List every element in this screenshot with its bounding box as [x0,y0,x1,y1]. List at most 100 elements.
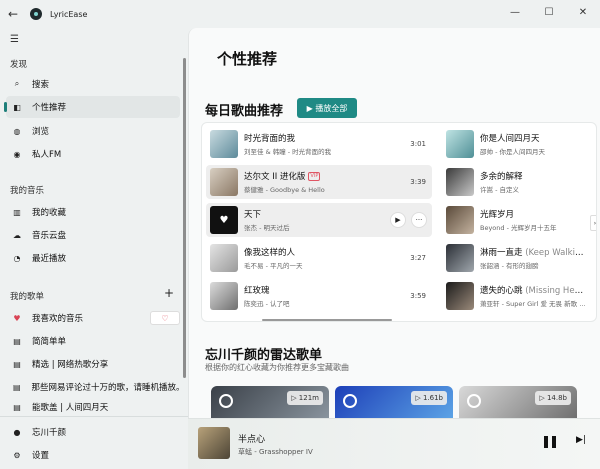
playlist-icon: ▤ [12,382,21,392]
sidebar-item-label: 浏览 [32,127,50,137]
user-icon: ● [13,427,21,437]
song-row[interactable]: 时光背面的我 刘至佳 & 韩瞳 - 时光背面的我 3:01 [206,127,432,161]
sidebar-item-user[interactable]: ● 忘川千颜 [6,421,180,443]
play-all-button[interactable]: ▶ 播放全部 [297,98,357,118]
album-cover [446,168,474,196]
bookmark-icon: ◧ [13,102,21,112]
sidebar-item-recent[interactable]: ◔ 最近播放 [6,247,180,269]
menu-icon[interactable]: ☰ [10,34,19,45]
page-title: 个性推荐 [217,50,278,68]
clock-icon: ◔ [13,253,21,263]
more-icon[interactable]: ··· [411,212,427,228]
globe-icon: ◍ [13,126,21,136]
sidebar-item-label: 设置 [32,451,50,461]
pause-button[interactable] [544,436,556,448]
sidebar-item-playlist[interactable]: ▤ 精选 | 网络热歌分享 [6,353,180,375]
player-bar: 半点心 草蜢 - Grasshopper IV ▶| [188,418,600,469]
sidebar-item-settings[interactable]: ⚙ 设置 [6,444,180,466]
song-row[interactable]: 光辉岁月 Beyond - 光辉岁月十五年 [442,203,588,237]
now-playing-artist[interactable]: 草蜢 - Grasshopper IV [238,447,313,457]
minimize-button[interactable]: — [498,0,532,28]
sidebar-item-browse[interactable]: ◍ 浏览 [6,120,180,142]
sidebar: ☰ 发现 ⌕ 搜索 ◧ 个性推荐 ◍ 浏览 ◉ 私人FM 我的音乐 ▥ 我的收藏… [0,28,188,469]
sidebar-item-recommend[interactable]: ◧ 个性推荐 [4,96,180,118]
now-playing-cover[interactable] [198,427,230,459]
song-title-alt: (Missing Heartbeat) [525,286,588,296]
song-duration: 3:27 [410,254,426,262]
next-track-button[interactable]: ▶| [576,435,586,445]
sidebar-scrollbar[interactable] [183,58,186,378]
sidebar-item-playlist[interactable]: ▤ 能歌盖 | 人间四月天 [6,399,180,415]
radar-subtitle: 根据你的红心收藏为你推荐更多宝藏歌曲 [205,363,349,372]
radar-title: 忘川千颜的雷达歌单 [205,348,323,363]
section-label-discover: 发现 [10,60,28,70]
album-cover [446,130,474,158]
sidebar-item-label: 个性推荐 [32,103,67,113]
sidebar-item-cloud[interactable]: ☁ 音乐云盘 [6,224,180,246]
title-bar: ← LyricEase — ☐ ✕ [0,0,600,28]
user-name: 忘川千颜 [32,428,67,438]
song-duration: 3:39 [410,178,426,186]
now-playing-title[interactable]: 半点心 [238,432,265,445]
sidebar-item-label: 能歌盖 | 人间四月天 [32,403,109,413]
close-button[interactable]: ✕ [566,0,600,28]
sidebar-item-search[interactable]: ⌕ 搜索 [6,73,180,95]
maximize-button[interactable]: ☐ [532,0,566,28]
song-title: 天下 [244,210,262,220]
cloud-icon: ☁ [13,230,21,240]
song-row[interactable]: 像我这样的人 毛不易 - 平凡的一天 3:27 [206,241,432,275]
play-count: ▷ 14.8b [535,391,571,405]
song-title: 红玫瑰 [244,286,270,296]
sidebar-item-label: 我的收藏 [32,208,67,218]
song-title-alt: (Keep Walking) [522,248,588,258]
song-row[interactable]: ♥ 天下 张杰 - 明天过后 ▶ ··· [206,203,432,237]
album-cover [210,130,238,158]
sidebar-item-label: 简简单单 [32,337,67,347]
album-cover [446,282,474,310]
section-label-my-music: 我的音乐 [10,186,45,196]
sidebar-item-label: 那些网易评论过十万的歌，请睡机播放。 [31,383,180,393]
song-row[interactable]: 你是人间四月天 邵帅 - 你是人间四月天 [442,127,588,161]
sidebar-footer: ● 忘川千颜 ⚙ 设置 [0,416,188,469]
sidebar-item-label: 我喜欢的音乐 [32,314,84,324]
sidebar-item-label: 搜索 [32,80,50,90]
radar-icon [219,394,233,408]
album-cover [446,206,474,234]
heart-icon: ♥ [210,206,238,234]
add-playlist-button[interactable]: + [162,287,176,301]
song-title: 时光背面的我 [244,134,296,144]
radio-icon: ◉ [13,149,21,159]
heart-icon: ♥ [13,313,21,323]
back-button[interactable]: ← [0,7,26,21]
song-row[interactable]: 多余的解释 许嵩 - 自定义 [442,165,588,199]
songs-scrollbar[interactable] [262,319,392,321]
gear-icon: ⚙ [13,450,21,460]
song-artist: 萧亚轩 - Super Girl 爱 无畏 新歌 + 精选 [480,300,588,308]
song-artist: 张韶涵 - 有形的翅膀 [480,262,539,270]
sidebar-item-fm[interactable]: ◉ 私人FM [6,143,180,165]
sidebar-item-favorites[interactable]: ▥ 我的收藏 [6,201,180,223]
song-duration: 3:59 [410,292,426,300]
radar-icon [467,394,481,408]
album-cover [210,244,238,272]
song-row[interactable]: 达尔文 II 进化版 VIP 蔡健雅 - Goodbye & Hello 3:39 [206,165,432,199]
song-title: 达尔文 II 进化版 [244,172,306,182]
next-page-button[interactable]: › [590,215,596,231]
pause-icon [552,436,556,448]
window-title: LyricEase [50,9,88,19]
song-row[interactable]: 遗失的心跳 (Missing Heartbeat) 萧亚轩 - Super Gi… [442,279,588,313]
song-title: 你是人间四月天 [480,134,540,144]
song-artist: 毛不易 - 平凡的一天 [244,262,303,270]
radar-icon [343,394,357,408]
heart-mode-button[interactable]: ♡ [150,311,180,325]
song-artist: 邵帅 - 你是人间四月天 [480,148,545,156]
sidebar-item-playlist[interactable]: ▤ 那些网易评论过十万的歌，请睡机播放。 [6,376,180,398]
album-cover [210,168,238,196]
song-title: 多余的解释 [480,172,523,182]
song-artist: Beyond - 光辉岁月十五年 [480,224,557,232]
song-row[interactable]: 淋雨一直走 (Keep Walking) 张韶涵 - 有形的翅膀 [442,241,588,275]
song-row[interactable]: 红玫瑰 陈奕迅 - 认了吧 3:59 [206,279,432,313]
sidebar-item-playlist[interactable]: ▤ 简简单单 [6,330,180,352]
play-icon[interactable]: ▶ [390,212,406,228]
vip-badge: VIP [308,172,321,181]
